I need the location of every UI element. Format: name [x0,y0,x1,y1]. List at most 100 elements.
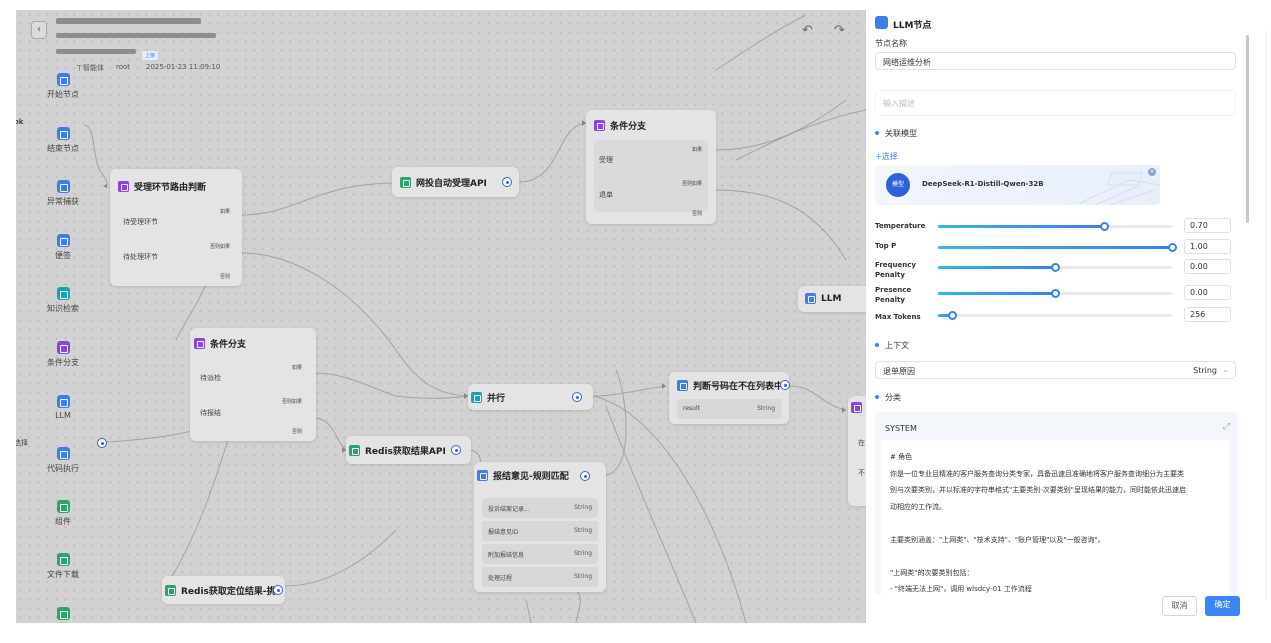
node-title: 网投自动受理API [416,179,487,189]
node-name-input[interactable]: 网络运维分析 [875,52,1236,70]
add-node-button[interactable] [780,380,790,390]
palette-item-exception[interactable]: 异常捕获 [36,180,90,207]
param-slider[interactable] [938,263,1172,272]
palette-item-branch[interactable]: 条件分支 [36,341,90,368]
description-input[interactable]: 输入描述 [875,90,1236,116]
palette-item-component[interactable]: 组件 [36,500,90,527]
system-prompt-editor[interactable]: SYSTEM ⤢ # 角色 你是一位专业且精准的客户服务查询分类专家，具备迅速且准… [875,412,1238,594]
output-param: result String [677,399,781,419]
node-rule-match[interactable]: 报结意见-规则匹配 投诉结案记录... String 报结意见ID String 附加报… [474,462,606,592]
model-card[interactable]: 模型 DeepSeek-R1-Distill-Qwen-32B × [875,165,1160,205]
add-node-button[interactable] [572,392,582,402]
node-redis-locate[interactable]: Redis获取定位结果-挑 [162,576,285,604]
palette-item-download[interactable]: 文件下载 [36,553,90,580]
system-prompt-line: - "终端无法上网"，调用 wlsdcy-01 工作流程 [890,585,1032,593]
palette-item-label: 异常捕获 [47,197,79,206]
param-value-input[interactable]: 0.70 [1184,218,1231,233]
confirm-button[interactable]: 确定 [1205,596,1240,616]
component-icon [349,445,360,456]
system-prompt-line: # 角色 [890,453,913,461]
system-prompt-line [890,515,1221,532]
branch-label: 待受理环节 [123,218,158,226]
palette-item-code[interactable]: 代码执行 [36,447,90,474]
node-llm[interactable]: LLM [798,286,866,312]
palette-item-more[interactable] [36,607,90,620]
node-condition[interactable]: 条件分支 如果 待派检 否则如果 待报结 否则 [190,328,316,441]
node-route-judge[interactable]: 受理环节路由判断 如果 待受理环节 否则如果 待处理环节 否则 [110,169,242,286]
node-title: 条件分支 [210,340,247,350]
param-value-input[interactable]: 0.00 [1184,285,1231,300]
code-icon [56,447,70,460]
component-icon [56,500,70,513]
branch-icon [851,402,862,413]
node-name-label: 节点名称 [875,39,907,48]
param-label: Max Tokens [875,313,921,321]
download-icon [56,553,70,566]
system-prompt-text[interactable]: # 角色 你是一位专业且精准的客户服务查询分类专家，具备迅速且准确地将客户服务查询… [881,440,1230,594]
branch-tag: 否则 [291,429,302,435]
palette-item-start[interactable]: 开始节点 [36,73,90,100]
palette-item-note[interactable]: 便签 [36,234,90,261]
node-redis-result[interactable]: Redis获取结果API [346,436,471,464]
branch-tag: 如果 [219,209,230,215]
add-node-button[interactable] [273,585,283,595]
branch-label: 在 [858,439,865,447]
chevron-left-icon: ‹ [37,24,41,35]
param-slider[interactable] [938,243,1177,252]
scrollbar[interactable] [1246,35,1249,223]
param-type: String [574,573,592,580]
param-slider[interactable] [938,311,1172,320]
param-label: Temperature [875,222,926,230]
slider-handle[interactable] [1100,222,1110,231]
param-value-input[interactable]: 0.00 [1184,259,1231,274]
more-icon [56,607,70,620]
context-value: 退单原因 [883,367,915,376]
model-card-decoration [1079,172,1160,205]
palette-item-end[interactable]: 结束节点 [36,127,90,154]
workflow-canvas[interactable]: ‹ 上架 ㄒ智能体 root 2025-01-23 11:09:10 ↶ ↷ 开… [16,10,866,623]
node-api-accept[interactable]: 网投自动受理API [392,167,519,197]
param-value-input[interactable]: 256 [1184,307,1231,322]
node-condition[interactable]: 条件分支 如果 受理 否则如果 退单 否则 [586,110,716,224]
param-value-input[interactable]: 1.00 [1184,239,1231,254]
edge-label: ok [16,118,24,126]
system-prompt-line: 动相应的工作流。 [890,502,946,511]
param-slider[interactable] [938,289,1172,298]
slider-handle[interactable] [1051,263,1060,272]
palette-item-knowledge[interactable]: 知识检索 [36,287,90,314]
close-icon[interactable]: × [1148,168,1156,176]
exception-icon [56,180,70,193]
expand-icon[interactable]: ⤢ [1223,422,1230,432]
llm-icon [56,395,70,408]
select-model-link[interactable]: +选择 [875,151,898,162]
cancel-button[interactable]: 取消 [1162,596,1197,616]
param-label: Top P [875,242,897,250]
output-param: 报结意见ID String [482,521,598,541]
slider-handle[interactable] [948,311,958,320]
add-node-button[interactable] [502,177,512,187]
node-parallel[interactable]: 并行 [468,384,593,410]
add-node-button[interactable] [97,438,107,448]
add-node-button[interactable] [580,471,590,481]
slider-handle[interactable] [1051,289,1060,298]
palette-item-label: 条件分支 [47,358,79,367]
branch-tag: 如果 [691,147,702,153]
palette-item-label: 组件 [55,517,71,526]
branch-list [594,140,708,212]
param-slider[interactable] [938,222,1172,231]
add-node-button[interactable] [451,445,461,455]
undo-icon[interactable]: ↶ [802,23,813,38]
palette-item-llm[interactable]: LLM [36,395,90,420]
output-param: 处理过程 String [482,567,598,587]
context-select[interactable]: 退单原因 String ⌄ [875,361,1236,379]
branch-label: 受理 [599,156,613,164]
param-label: Presence Penalty [875,286,912,304]
param-name: 报结意见ID [488,529,519,536]
back-button[interactable]: ‹ [31,21,47,39]
node-offscreen[interactable]: 在 不 [848,396,866,506]
start-icon [56,73,70,86]
redo-icon[interactable]: ↷ [834,23,845,38]
component-icon [165,585,176,596]
slider-handle[interactable] [1168,243,1177,252]
node-code-check[interactable]: 判断号码在不在列表中 result String [669,372,790,424]
